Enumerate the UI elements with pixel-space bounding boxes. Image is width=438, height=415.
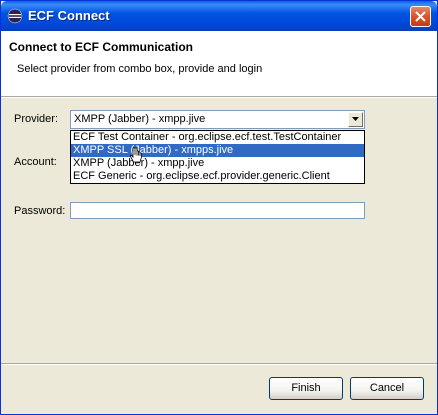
dropdown-option-highlighted[interactable]: XMPP SSL (Jabber) - xmpps.jive xyxy=(71,144,364,157)
provider-dropdown-list[interactable]: ECF Test Container - org.eclipse.ecf.tes… xyxy=(70,130,365,184)
cancel-button[interactable]: Cancel xyxy=(350,377,424,400)
password-field[interactable] xyxy=(70,202,365,219)
account-label: Account: xyxy=(14,156,57,168)
header-divider xyxy=(1,97,437,98)
eclipse-icon xyxy=(7,8,23,24)
provider-label: Provider: xyxy=(14,113,59,125)
combo-dropdown-button[interactable] xyxy=(348,112,363,127)
dialog-header: Connect to ECF Communication Select prov… xyxy=(1,31,437,97)
finish-button[interactable]: Finish xyxy=(269,377,343,400)
header-title: Connect to ECF Communication xyxy=(9,40,193,54)
provider-combo[interactable]: XMPP (Jabber) - xmpp.jive xyxy=(70,110,365,129)
close-button[interactable] xyxy=(410,6,431,27)
header-description: Select provider from combo box, provide … xyxy=(17,63,263,75)
hand-cursor-icon xyxy=(129,147,142,163)
password-label: Password: xyxy=(14,205,66,217)
provider-combo-value: XMPP (Jabber) - xmpp.jive xyxy=(74,113,206,125)
chevron-down-icon xyxy=(352,117,359,121)
dropdown-option[interactable]: XMPP (Jabber) - xmpp.jive xyxy=(71,157,364,170)
title-bar[interactable]: ECF Connect xyxy=(1,1,437,31)
dropdown-option[interactable]: ECF Generic - org.eclipse.ecf.provider.g… xyxy=(71,170,364,183)
close-icon xyxy=(415,11,426,22)
window-title: ECF Connect xyxy=(28,8,110,23)
footer-divider xyxy=(1,363,437,365)
ecf-connect-dialog: ECF Connect Connect to ECF Communication… xyxy=(0,0,438,415)
dropdown-option[interactable]: ECF Test Container - org.eclipse.ecf.tes… xyxy=(71,131,364,144)
